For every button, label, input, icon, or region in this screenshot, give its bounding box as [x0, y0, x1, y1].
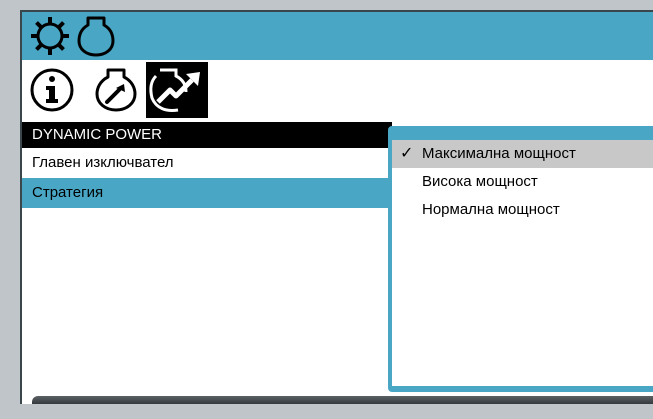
tab-bar	[22, 60, 653, 130]
screen: DYNAMIC POWER Главен изключвател Стратег…	[20, 10, 653, 404]
option-label: Нормална мощност	[422, 201, 560, 218]
device-bezel-left	[0, 0, 20, 419]
option-max-power[interactable]: ✓ Максимална мощност	[392, 140, 653, 168]
menu-title: DYNAMIC POWER	[22, 122, 392, 148]
device-bezel-bottom	[0, 404, 653, 419]
strategy-dropdown-popup: ✓ Максимална мощност Висока мощност Норм…	[388, 126, 653, 392]
device-bezel-top	[0, 0, 653, 10]
option-label: Максимална мощност	[422, 145, 576, 162]
dynamic-power-icon	[149, 68, 200, 112]
option-label: Висока мощност	[422, 173, 538, 190]
dropdown-list: ✓ Максимална мощност Висока мощност Норм…	[392, 140, 653, 386]
tab-dynamic-power[interactable]	[146, 62, 208, 118]
menu-item-strategy[interactable]: Стратегия	[22, 178, 392, 208]
bottom-bar	[32, 396, 653, 404]
engine-icon[interactable]	[76, 15, 116, 57]
tab-engine[interactable]	[92, 66, 140, 114]
gear-icon[interactable]	[30, 15, 70, 57]
engine-wrench-icon	[95, 68, 137, 112]
checkmark-icon: ✓	[400, 145, 414, 162]
option-normal-power[interactable]: Нормална мощност	[392, 196, 653, 224]
menu-item-label: Стратегия	[32, 184, 104, 201]
info-icon	[30, 68, 74, 112]
tab-info[interactable]	[28, 66, 76, 114]
settings-menu: DYNAMIC POWER Главен изключвател Стратег…	[22, 122, 392, 208]
menu-item-label: Главен изключвател	[32, 154, 174, 171]
menu-item-main-switch[interactable]: Главен изключвател	[22, 148, 392, 178]
option-high-power[interactable]: Висока мощност	[392, 168, 653, 196]
top-status-bar	[22, 12, 653, 60]
